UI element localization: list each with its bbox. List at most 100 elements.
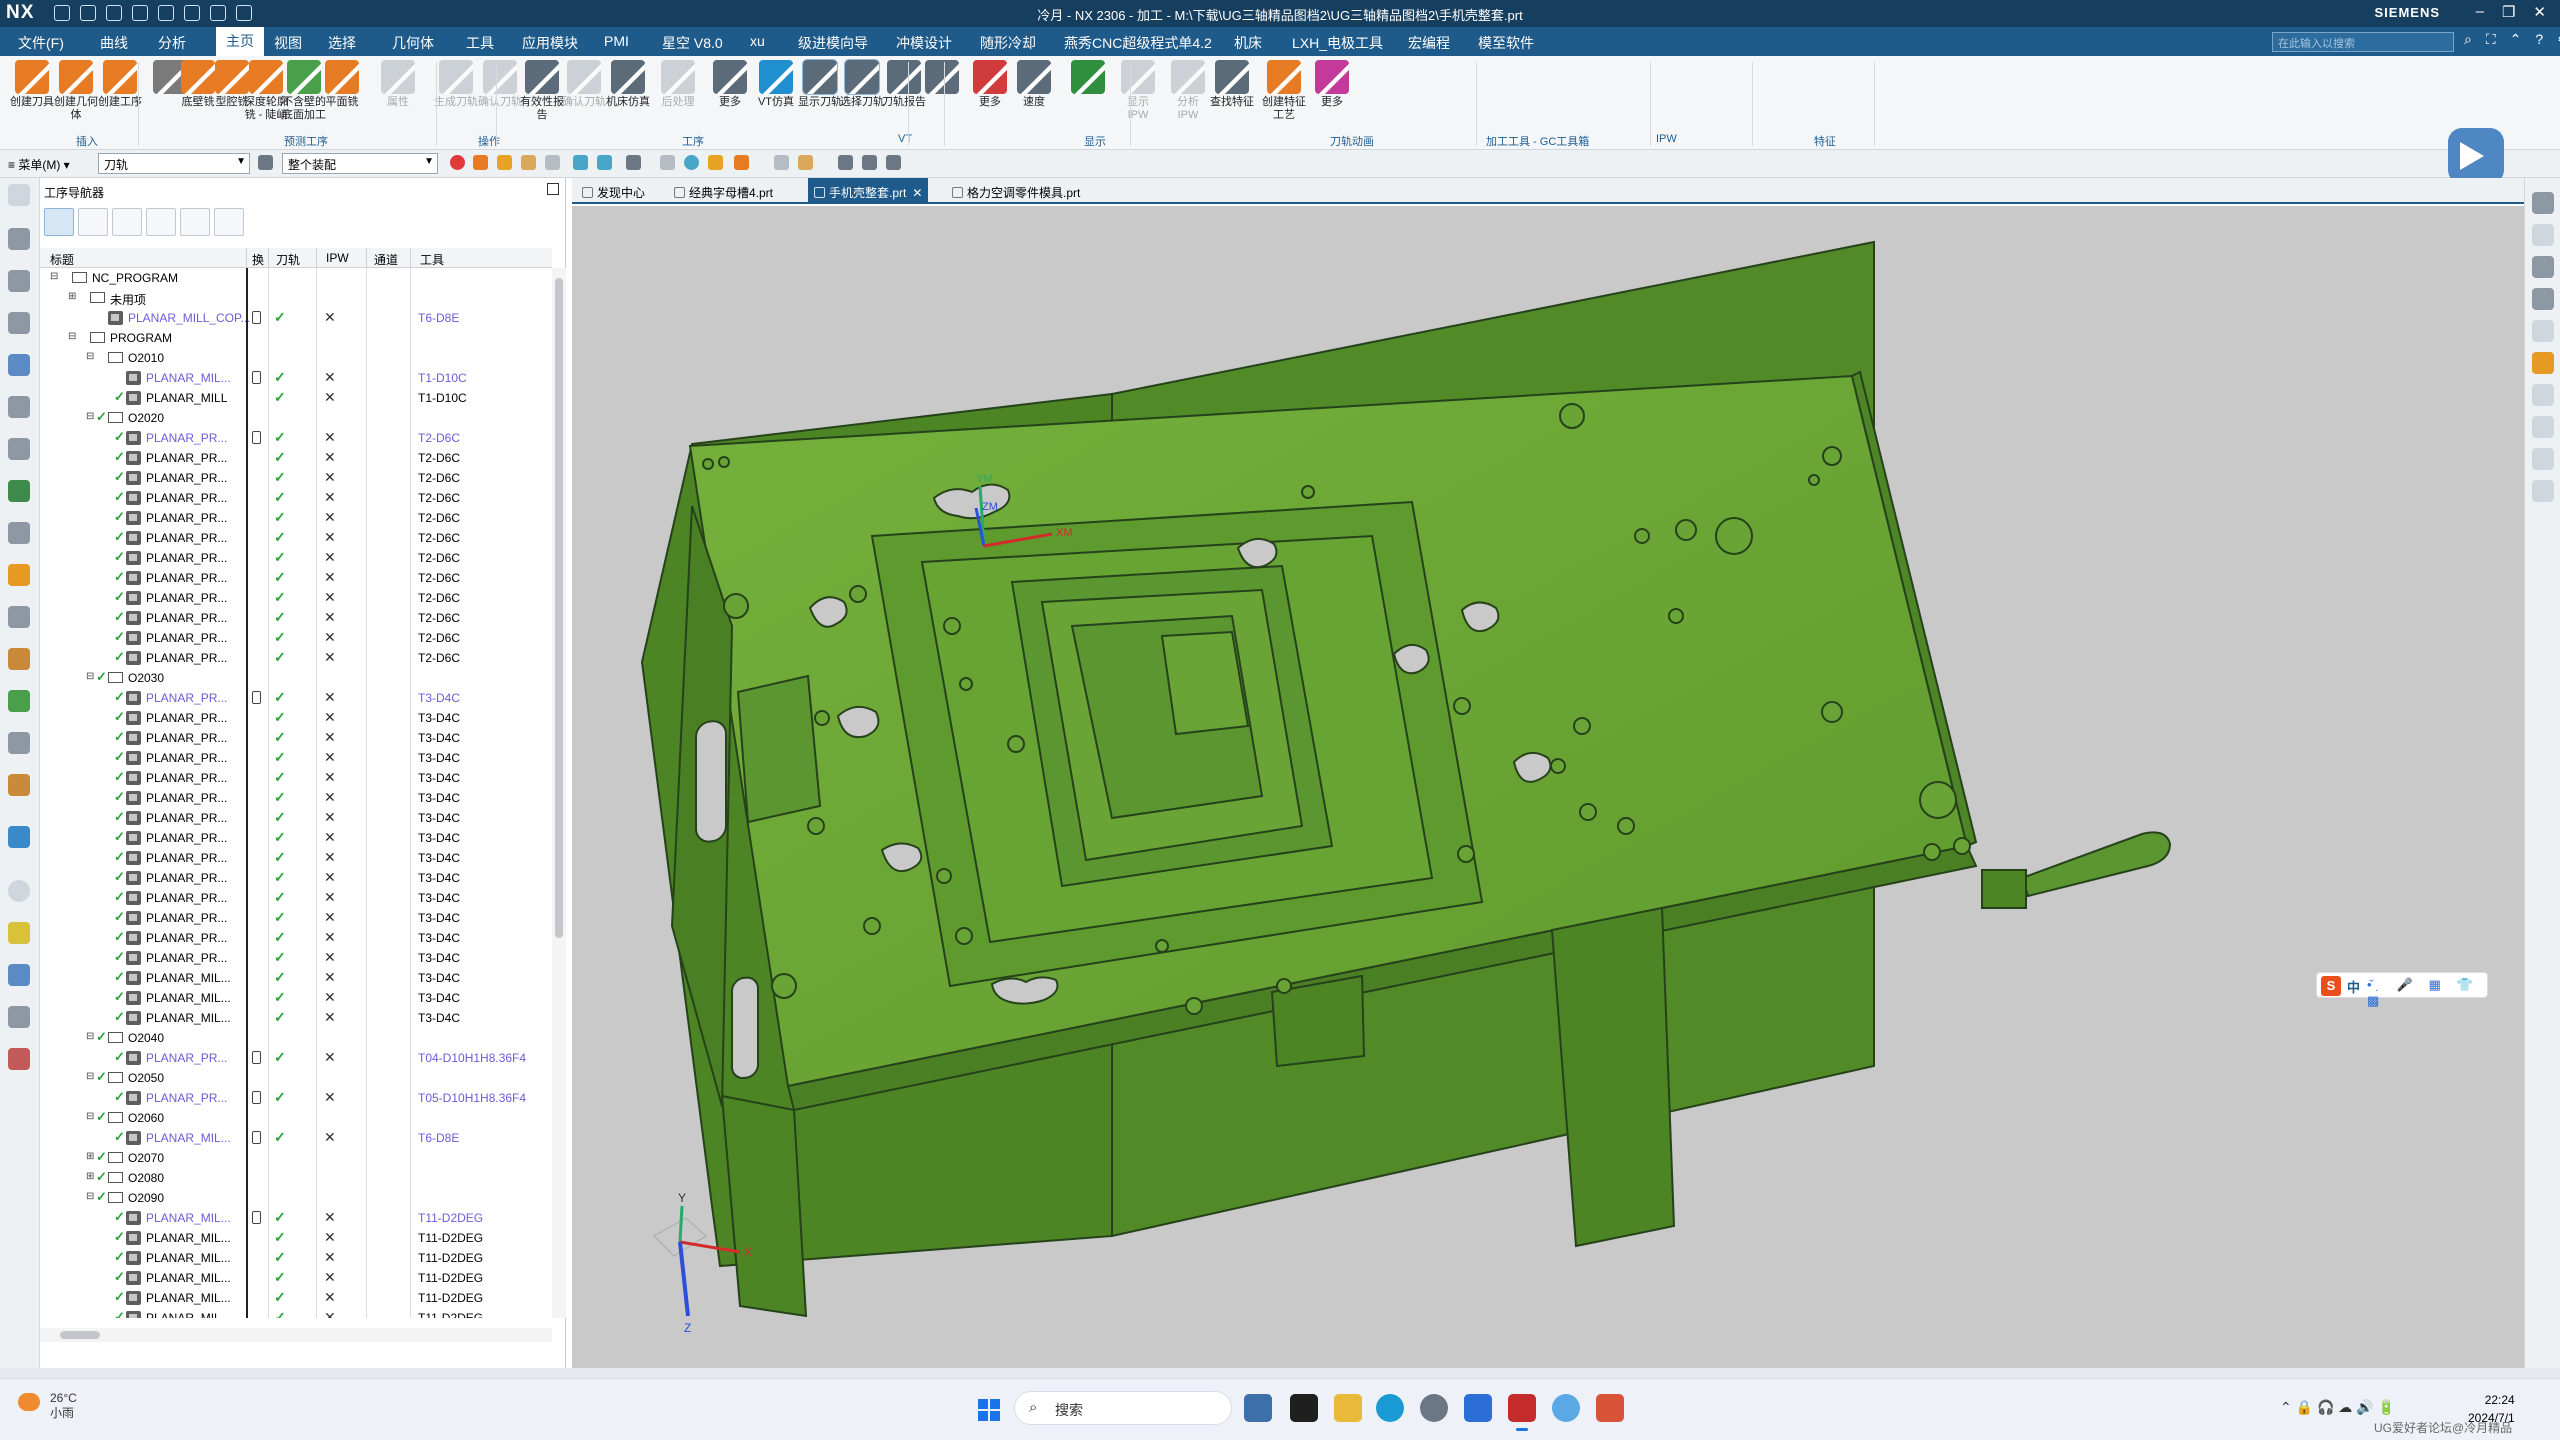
- menu-item-10[interactable]: 星空 V8.0: [662, 33, 723, 53]
- network-app-icon[interactable]: [1552, 1394, 1580, 1422]
- tree-folder-row[interactable]: ⊟ ✓ O2020: [40, 408, 552, 428]
- ribbon-button-postprocess[interactable]: 后处理: [656, 60, 700, 109]
- collapse-icon[interactable]: ⊟: [86, 671, 94, 682]
- manufacturing-wizard-icon[interactable]: [8, 732, 30, 754]
- tree-folder-row[interactable]: ⊟ ✓ O2090: [40, 1188, 552, 1208]
- close-button[interactable]: ✕: [2533, 3, 2546, 21]
- menu-item-6[interactable]: 几何体: [392, 33, 434, 53]
- sougou-ime-toolbar[interactable]: S 中 •̌ ̣ 🎤 ▦ 👕 ▩: [2316, 972, 2488, 1008]
- tree-folder-row[interactable]: ⊟ ✓ O2040: [40, 1028, 552, 1048]
- tree-operation-row[interactable]: ✓ PLANAR_MILL ✓ ✕ T1-D10C: [40, 388, 552, 408]
- tree-operation-row[interactable]: ✓ PLANAR_MIL... ✓ ✕ T11-D2DEG: [40, 1288, 552, 1308]
- tree-operation-row[interactable]: ✓ PLANAR_PR... ✓ ✕ T3-D4C: [40, 928, 552, 948]
- menu-dropdown[interactable]: ≡ 菜单(M) ▾: [8, 156, 70, 173]
- tree-operation-row[interactable]: ✓ PLANAR_MIL... ✓ ✕ T11-D2DEG: [40, 1208, 552, 1228]
- mold-model-svg[interactable]: YM ZM XM Y X Z: [572, 206, 2524, 1368]
- tree-operation-row[interactable]: ✓ PLANAR_PR... ✓ ✕ T2-D6C: [40, 568, 552, 588]
- settings-app-icon[interactable]: [1420, 1394, 1448, 1422]
- collapse-icon[interactable]: ⊟: [86, 351, 94, 362]
- perspective-icon[interactable]: [2532, 320, 2554, 342]
- tab-discovery-center[interactable]: 发现中心: [576, 182, 651, 202]
- menu-item-2[interactable]: 分析: [158, 33, 186, 53]
- reuse-library-icon[interactable]: [8, 480, 30, 502]
- ribbon-button-analyze-ipw[interactable]: 分析 IPW: [1166, 60, 1210, 122]
- select-component-icon[interactable]: [545, 155, 560, 170]
- ribbon-button-operation[interactable]: 创建工序: [98, 60, 142, 109]
- tree-operation-row[interactable]: ✓ PLANAR_PR... ✓ ✕ T3-D4C: [40, 868, 552, 888]
- ribbon-button-tool[interactable]: 创建刀具: [10, 60, 54, 109]
- edge-browser-icon[interactable]: [1376, 1394, 1404, 1422]
- machine-tool-navigator-icon[interactable]: [8, 396, 30, 418]
- operation-navigator-icon[interactable]: [8, 354, 30, 376]
- roles-icon[interactable]: [8, 774, 30, 796]
- tree-operation-row[interactable]: ✓ PLANAR_MIL... ✓ ✕ T3-D4C: [40, 968, 552, 988]
- collapse-icon[interactable]: ⊟: [86, 411, 94, 422]
- tree-operation-row[interactable]: ✓ PLANAR_PR... ✓ ✕ T2-D6C: [40, 488, 552, 508]
- ribbon-button-planar-mill[interactable]: 平面铣: [320, 60, 364, 109]
- ribbon-button-vt[interactable]: VT仿真: [754, 60, 798, 109]
- pin-icon[interactable]: [547, 183, 559, 195]
- tree-operation-row[interactable]: ✓ PLANAR_PR... ✓ ✕ T2-D6C: [40, 548, 552, 568]
- ribbon-button-more[interactable]: 更多: [708, 60, 752, 109]
- tree-folder-row[interactable]: ⊞ 未用项: [40, 288, 552, 308]
- fit-view-icon[interactable]: [2532, 224, 2554, 246]
- tab-phone-case-part[interactable]: 手机壳整套.prt ✕: [808, 178, 929, 204]
- add-column-button[interactable]: [180, 208, 210, 236]
- feature-navigator-icon[interactable]: [8, 438, 30, 460]
- assembly-navigator-icon[interactable]: [8, 270, 30, 292]
- tree-operation-row[interactable]: ✓ PLANAR_PR... ✓ ✕ T2-D6C: [40, 608, 552, 628]
- tree-operation-row[interactable]: PLANAR_MIL... ✓ ✕ T1-D10C: [40, 368, 552, 388]
- tree-operation-row[interactable]: ✓ PLANAR_PR... ✓ ✕ T2-D6C: [40, 528, 552, 548]
- tree-folder-row[interactable]: ⊟ ✓ O2060: [40, 1108, 552, 1128]
- toolpath-display-icon[interactable]: [838, 155, 853, 170]
- snap-point-icon[interactable]: [597, 155, 612, 170]
- render-style-icon[interactable]: [2532, 256, 2554, 278]
- ribbon-button-feature-process[interactable]: 创建特征工艺: [1262, 60, 1306, 122]
- web-browser-icon[interactable]: [8, 564, 30, 586]
- minimize-button[interactable]: –: [2476, 3, 2484, 21]
- nx-app-icon[interactable]: [1508, 1394, 1536, 1431]
- graphics-viewport[interactable]: YM ZM XM Y X Z: [572, 206, 2524, 1368]
- tree-folder-row[interactable]: ⊟ PROGRAM: [40, 328, 552, 348]
- tree-operation-row[interactable]: ✓ PLANAR_MIL... ✓ ✕ T11-D2DEG: [40, 1308, 552, 1318]
- menu-item-3[interactable]: 主页: [216, 27, 264, 56]
- remove-column-button[interactable]: [214, 208, 244, 236]
- curve-rule-icon[interactable]: [573, 155, 588, 170]
- process-studio-icon[interactable]: [8, 690, 30, 712]
- tree-operation-row[interactable]: ✓ PLANAR_PR... ✓ ✕ T3-D4C: [40, 888, 552, 908]
- tree-operation-row[interactable]: ✓ PLANAR_PR... ✓ ✕ T3-D4C: [40, 768, 552, 788]
- search-icon[interactable]: ⌕: [2464, 31, 2472, 48]
- menu-item-9[interactable]: PMI: [604, 33, 629, 49]
- tree-folder-row[interactable]: ⊟ ✓ O2050: [40, 1068, 552, 1088]
- weather-widget[interactable]: 26°C 小雨: [50, 1391, 77, 1421]
- expand-icon[interactable]: ⊞: [68, 291, 76, 302]
- ribbon-button-show-ipw[interactable]: 显示 IPW: [1116, 60, 1160, 122]
- ribbon-button-more2[interactable]: 更多: [968, 60, 1012, 109]
- ribbon-button-generate[interactable]: 生成刀轨: [434, 60, 478, 109]
- tab-gree-ac-mold-part[interactable]: 格力空调零件模具.prt: [946, 182, 1086, 202]
- tree-operation-row[interactable]: ✓ PLANAR_MIL... ✓ ✕ T3-D4C: [40, 988, 552, 1008]
- shade-icon[interactable]: [2532, 352, 2554, 374]
- ribbon-collapse-icon[interactable]: ⌃: [2510, 31, 2522, 48]
- tree-operation-row[interactable]: ✓ PLANAR_PR... ✓ ✕ T3-D4C: [40, 908, 552, 928]
- constraint-navigator-icon[interactable]: [8, 312, 30, 334]
- column-toolpath[interactable]: 刀轨: [276, 251, 300, 268]
- hd3d-icon[interactable]: [8, 522, 30, 544]
- close-tab-icon[interactable]: ✕: [912, 186, 922, 200]
- collapse-icon[interactable]: ⊟: [86, 1071, 94, 1082]
- snap-end-icon[interactable]: [660, 155, 675, 170]
- menu-item-16[interactable]: 机床: [1234, 33, 1262, 53]
- color-palette-icon[interactable]: [8, 922, 30, 944]
- menu-item-12[interactable]: 级进模向导: [798, 33, 868, 53]
- collapse-icon[interactable]: ⊟: [68, 331, 76, 342]
- ribbon-button-more3[interactable]: 更多: [1310, 60, 1354, 109]
- tree-operation-row[interactable]: ✓ PLANAR_PR... ✓ ✕ T3-D4C: [40, 788, 552, 808]
- tree-operation-row[interactable]: ✓ PLANAR_MIL... ✓ ✕ T11-D2DEG: [40, 1248, 552, 1268]
- ribbon-button-verify2[interactable]: 确认刀轨: [562, 60, 606, 109]
- tree-folder-row[interactable]: ⊞ ✓ O2070: [40, 1148, 552, 1168]
- store-icon[interactable]: [1464, 1394, 1492, 1422]
- layer-icon[interactable]: [798, 155, 813, 170]
- tree-operation-row[interactable]: ✓ PLANAR_PR... ✓ ✕ T3-D4C: [40, 848, 552, 868]
- ribbon-button-display-tool[interactable]: [920, 60, 964, 96]
- filter-icon[interactable]: [258, 155, 273, 170]
